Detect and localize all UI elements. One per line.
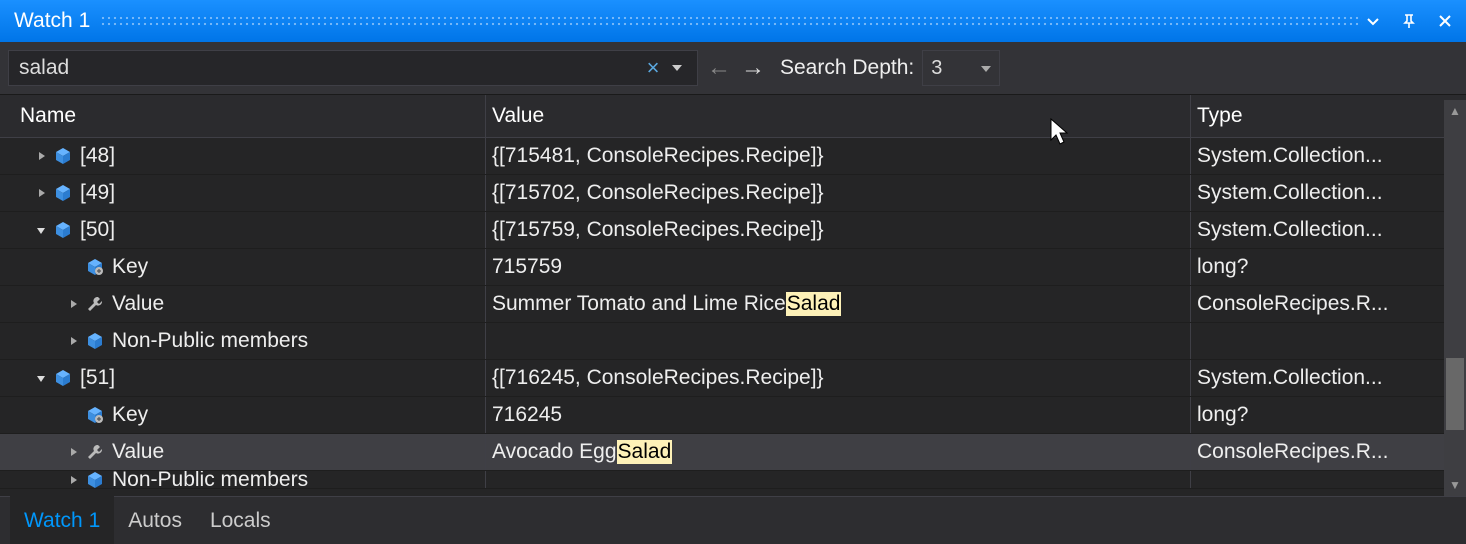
prop-icon [84, 258, 106, 276]
wrench-icon [84, 443, 106, 461]
row-type: System.Collection... [1191, 360, 1466, 396]
search-depth-label: Search Depth: [780, 56, 914, 80]
toolbar: salad × ← → Search Depth: 3 [0, 42, 1466, 94]
cube-icon [52, 147, 74, 165]
cube-icon [52, 184, 74, 202]
expander-icon[interactable] [32, 188, 50, 198]
row-value: {[716245, ConsoleRecipes.Recipe]} [486, 360, 1191, 396]
tab-autos[interactable]: Autos [114, 497, 196, 544]
scroll-up-icon[interactable]: ▲ [1444, 100, 1466, 122]
search-depth-select[interactable]: 3 [922, 50, 1000, 86]
cube-icon [52, 221, 74, 239]
row-value [486, 471, 1191, 488]
row-value: 716245 [486, 397, 1191, 433]
wrench-icon [84, 295, 106, 313]
expander-icon[interactable] [64, 299, 82, 309]
header-name[interactable]: Name [0, 95, 486, 137]
expander-icon[interactable] [64, 336, 82, 346]
row-value: Avocado Egg Salad [486, 434, 1191, 470]
header-value[interactable]: Value [486, 95, 1191, 137]
row-name: [49] [80, 181, 115, 205]
expander-icon[interactable] [32, 373, 50, 383]
row-value: 715759 [486, 249, 1191, 285]
row-value: {[715759, ConsoleRecipes.Recipe]} [486, 212, 1191, 248]
table-row[interactable]: Key 715759long? [0, 249, 1466, 286]
row-value: Summer Tomato and Lime Rice Salad [486, 286, 1191, 322]
window-title: Watch 1 [14, 9, 90, 33]
row-value: {[715702, ConsoleRecipes.Recipe]} [486, 175, 1191, 211]
window-controls [1362, 10, 1456, 32]
row-name: Value [112, 440, 164, 464]
next-result-icon[interactable]: → [740, 54, 766, 82]
row-type: long? [1191, 249, 1466, 285]
row-type [1191, 471, 1466, 488]
table-row[interactable]: [49] {[715702, ConsoleRecipes.Recipe]}Sys… [0, 175, 1466, 212]
tabbar: Watch 1AutosLocals [0, 496, 1466, 544]
expander-icon[interactable] [64, 475, 82, 485]
row-type: ConsoleRecipes.R... [1191, 286, 1466, 322]
pin-icon[interactable] [1398, 10, 1420, 32]
table-row[interactable]: [50] {[715759, ConsoleRecipes.Recipe]}Sys… [0, 212, 1466, 249]
cube-icon [52, 369, 74, 387]
cube-icon [84, 471, 106, 488]
window-menu-icon[interactable] [1362, 10, 1384, 32]
row-type: ConsoleRecipes.R... [1191, 434, 1466, 470]
row-name: Key [112, 255, 148, 279]
tab-watch-1[interactable]: Watch 1 [10, 496, 114, 544]
prev-result-icon[interactable]: ← [706, 54, 732, 82]
row-type: long? [1191, 397, 1466, 433]
table-row[interactable]: Key 716245long? [0, 397, 1466, 434]
row-value: {[715481, ConsoleRecipes.Recipe]} [486, 138, 1191, 174]
prop-icon [84, 406, 106, 424]
titlebar-grip[interactable] [100, 15, 1362, 27]
search-input[interactable]: salad × [8, 50, 698, 86]
row-type: System.Collection... [1191, 212, 1466, 248]
titlebar: Watch 1 [0, 0, 1466, 42]
search-query-text: salad [19, 56, 641, 80]
expander-icon[interactable] [64, 447, 82, 457]
cube-icon [84, 332, 106, 350]
search-highlight: Salad [786, 292, 842, 316]
table-row[interactable]: Non-Public members [0, 323, 1466, 360]
row-name: [48] [80, 144, 115, 168]
grid-header: Name Value Type [0, 94, 1466, 138]
search-dropdown-icon[interactable] [665, 57, 689, 80]
table-row[interactable]: Non-Public members [0, 471, 1466, 489]
table-row[interactable]: Value Avocado Egg SaladConsoleRecipes.R..… [0, 434, 1466, 471]
table-row[interactable]: [48] {[715481, ConsoleRecipes.Recipe]}Sys… [0, 138, 1466, 175]
search-highlight: Salad [617, 440, 673, 464]
expander-icon[interactable] [32, 151, 50, 161]
vertical-scrollbar[interactable]: ▲ ▼ [1444, 100, 1466, 496]
grid-rows: [48]{[715481, ConsoleRecipes.Recipe]}Sys… [0, 138, 1466, 489]
row-type: System.Collection... [1191, 138, 1466, 174]
row-name: Value [112, 292, 164, 316]
row-name: Non-Public members [112, 471, 308, 488]
row-type: System.Collection... [1191, 175, 1466, 211]
chevron-down-icon [981, 57, 991, 80]
row-name: [50] [80, 218, 115, 242]
table-row[interactable]: Value Summer Tomato and Lime Rice SaladCo… [0, 286, 1466, 323]
row-name: Non-Public members [112, 329, 308, 353]
search-depth-value: 3 [931, 57, 942, 80]
row-name: Key [112, 403, 148, 427]
tab-locals[interactable]: Locals [196, 497, 285, 544]
scroll-thumb[interactable] [1446, 358, 1464, 430]
row-name: [51] [80, 366, 115, 390]
clear-search-icon[interactable]: × [641, 55, 665, 81]
table-row[interactable]: [51] {[716245, ConsoleRecipes.Recipe]}Sys… [0, 360, 1466, 397]
scroll-down-icon[interactable]: ▼ [1444, 474, 1466, 496]
close-icon[interactable] [1434, 10, 1456, 32]
row-value [486, 323, 1191, 359]
row-type [1191, 323, 1466, 359]
expander-icon[interactable] [32, 225, 50, 235]
header-type[interactable]: Type [1191, 95, 1466, 137]
